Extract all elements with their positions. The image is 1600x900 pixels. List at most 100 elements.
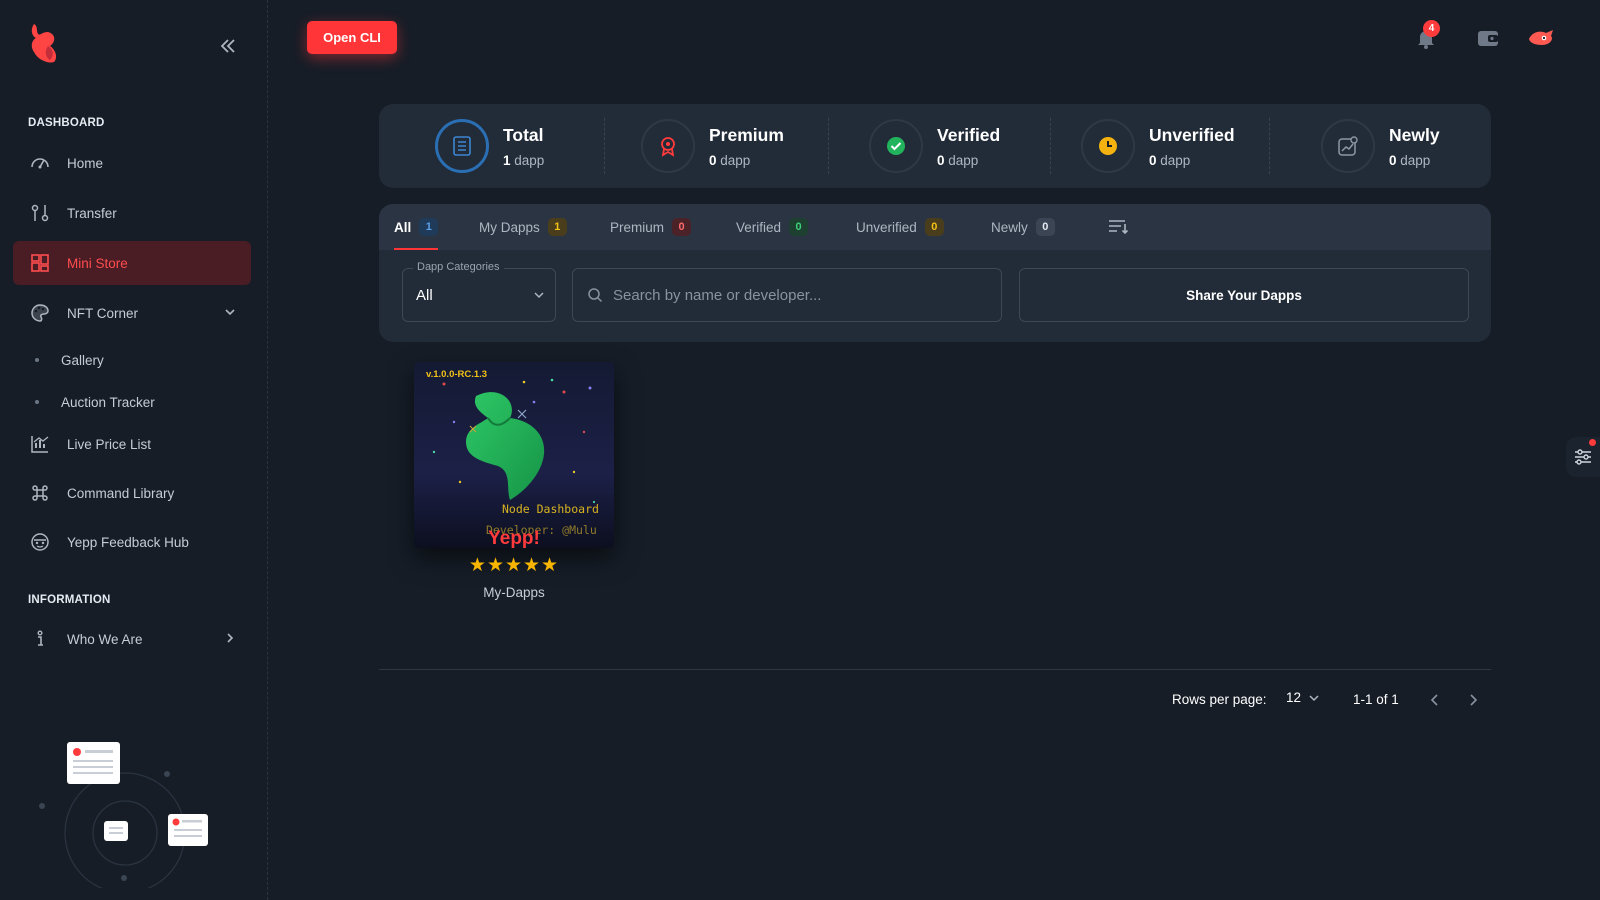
notification-badge: 4 [1423,20,1440,37]
collapse-sidebar-icon[interactable] [218,36,238,56]
tab-verified[interactable]: Verified 0 [736,204,809,250]
pagination-divider [379,669,1491,670]
stat-title: Newly [1389,124,1440,145]
sidebar: DASHBOARD Home Transfer Mini Store NFT C… [0,0,268,900]
open-cli-button[interactable]: Open CLI [307,21,397,54]
search-box [572,268,1002,322]
tab-label: Newly [991,219,1028,235]
rows-per-page-label: Rows per page: [1172,692,1267,707]
chevron-down-icon [225,309,235,316]
palette-icon [29,302,51,324]
chart-icon [29,433,51,455]
stat-count: 0 [709,152,717,168]
stat-premium: Premium 0 dapp [641,118,784,174]
stat-count: 0 [1389,152,1397,168]
info-icon [29,628,51,650]
sidebar-item-mini-store[interactable]: Mini Store [13,241,251,285]
stat-title: Premium [709,124,784,145]
stats-panel: Total 1 dapp Premium 0 dapp Verified 0 d… [379,104,1491,188]
chevron-down-icon [1309,694,1319,701]
sidebar-subitem-label: Gallery [61,352,104,368]
next-page-icon[interactable] [1464,691,1482,709]
sidebar-subitem-gallery[interactable]: Gallery [13,342,251,378]
tab-count-badge: 0 [1035,218,1055,236]
stat-count: 0 [937,152,945,168]
tab-unverified[interactable]: Unverified 0 [856,204,944,250]
sidebar-item-feedback-hub[interactable]: Yepp Feedback Hub [13,520,251,564]
sidebar-subitem-label: Auction Tracker [61,394,155,410]
stat-unit: dapp [1400,152,1431,168]
sidebar-item-live-price-list[interactable]: Live Price List [13,422,251,466]
award-icon [641,119,695,173]
wallet-icon[interactable] [1476,26,1500,50]
prev-page-icon[interactable] [1426,691,1444,709]
sidebar-item-home[interactable]: Home [13,141,251,185]
chevron-right-icon [227,633,234,643]
stat-verified: Verified 0 dapp [869,118,1000,174]
grid-icon [29,252,51,274]
tab-count-badge: 1 [419,218,439,236]
stat-title: Total [503,124,544,145]
stat-unit: dapp [514,152,545,168]
bullet-icon [35,400,39,404]
stat-title: Unverified [1149,124,1235,145]
category-select-label: Dapp Categories [413,261,504,273]
chevron-down-icon [534,292,544,299]
sidebar-item-label: Mini Store [67,255,128,271]
sort-icon[interactable] [1107,218,1129,236]
sidebar-item-label: Transfer [67,205,117,221]
sidebar-item-nft-corner[interactable]: NFT Corner [13,291,251,335]
dapp-name: My-Dapps [483,585,545,600]
dapp-logo-image [414,362,614,548]
dapp-thumbnail: v.1.0.0-RC.1.3 Node Dashboard Developer:… [414,362,614,548]
stat-total: Total 1 dapp [435,118,544,174]
stat-unit: dapp [948,152,979,168]
tab-bar: All 1 My Dapps 1 Premium 0 Verified 0 Un… [379,204,1491,250]
version-label: v.1.0.0-RC.1.3 [426,369,488,380]
sidebar-subitem-auction-tracker[interactable]: Auction Tracker [13,384,251,420]
feedback-icon [29,531,51,553]
transfer-icon [29,202,51,224]
avatar[interactable] [1526,26,1556,50]
category-select[interactable]: Dapp Categories All [402,261,556,322]
filter-panel: All 1 My Dapps 1 Premium 0 Verified 0 Un… [379,204,1491,342]
check-circle-icon [869,119,923,173]
stat-title: Verified [937,124,1001,145]
settings-fab[interactable] [1566,437,1600,477]
tab-all[interactable]: All 1 [394,204,439,250]
dapp-card[interactable]: v.1.0.0-RC.1.3 Node Dashboard Developer:… [414,358,614,608]
stat-divider [604,118,605,174]
tab-newly[interactable]: Newly 0 [991,204,1055,250]
tab-label: All [394,219,412,235]
tab-label: Verified [736,219,782,235]
stat-unit: dapp [1160,152,1191,168]
stat-divider [828,118,829,174]
category-select-value: All [416,287,433,304]
stat-count: 1 [503,152,511,168]
rating-stars: ★★★★★ [468,555,560,576]
sliders-icon [1575,449,1591,465]
sidebar-item-label: Live Price List [67,436,152,452]
tab-premium[interactable]: Premium 0 [610,204,692,250]
sidebar-item-label: NFT Corner [67,305,139,321]
brand-text: Yepp! [488,528,540,548]
share-dapps-button[interactable]: Share Your Dapps [1019,268,1469,322]
stat-divider [1050,118,1051,174]
tab-count-badge: 0 [672,218,692,236]
sidebar-item-label: Yepp Feedback Hub [67,534,189,550]
rows-per-page-select[interactable]: 12 [1286,690,1321,705]
search-input[interactable] [613,286,993,304]
sidebar-item-who-we-are[interactable]: Who We Are [13,617,251,661]
tab-my-dapps[interactable]: My Dapps 1 [479,204,567,250]
section-dashboard: DASHBOARD [28,117,105,129]
stat-divider [1269,118,1270,174]
bullet-icon [35,358,39,362]
tab-count-badge: 1 [547,218,567,236]
stat-unverified: Unverified 0 dapp [1081,118,1235,174]
sidebar-item-command-library[interactable]: Command Library [13,471,251,515]
pagination-range: 1-1 of 1 [1353,692,1399,707]
sidebar-item-transfer[interactable]: Transfer [13,191,251,235]
app-logo[interactable] [26,22,60,66]
list-icon [435,119,489,173]
search-icon [588,288,603,303]
